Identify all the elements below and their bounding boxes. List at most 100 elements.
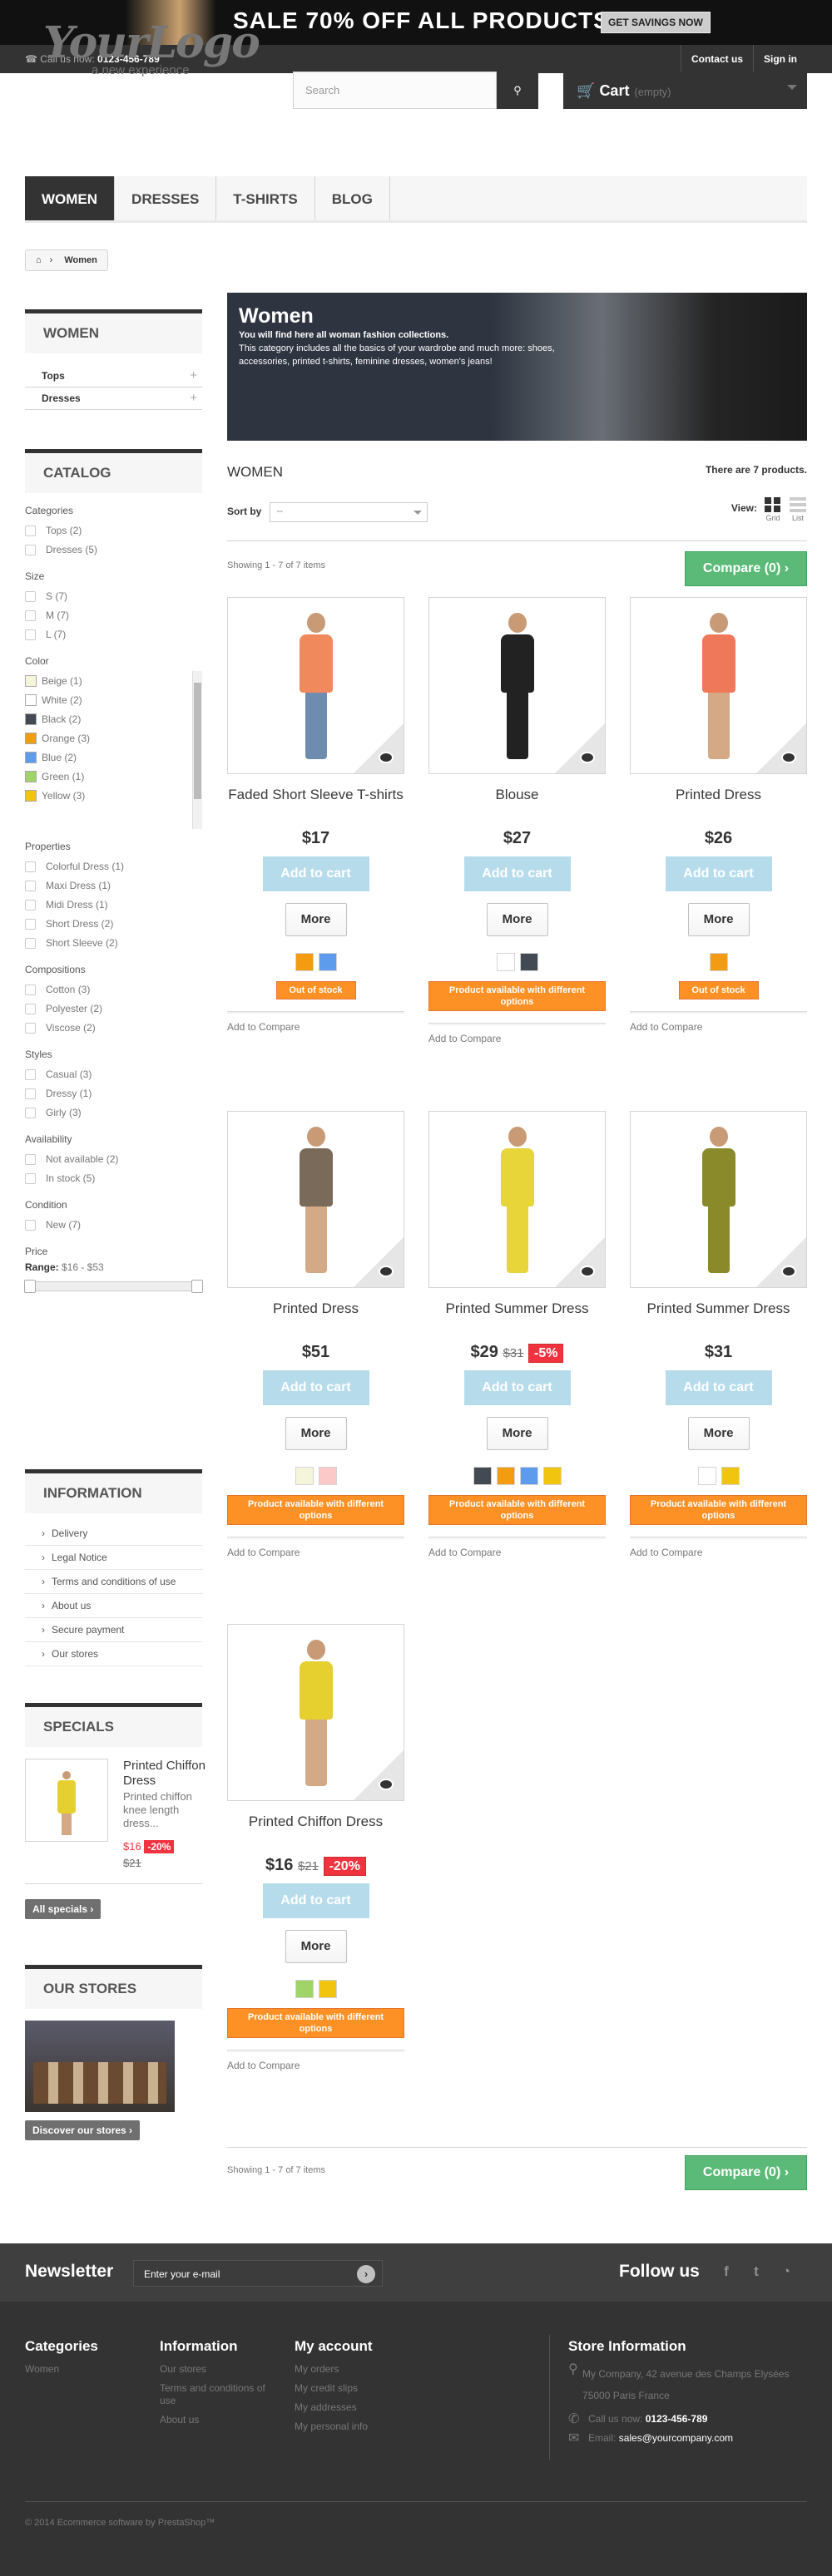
filter-option[interactable]: Short Dress (2) [25,914,202,933]
checkbox[interactable] [25,1068,36,1080]
checkbox[interactable] [25,544,36,555]
quick-view-icon[interactable] [379,1779,394,1790]
add-to-compare-link[interactable]: Add to Compare [227,1021,404,1033]
add-to-cart-button[interactable]: Add to cart [463,856,571,891]
filter-option[interactable]: New (7) [25,1215,202,1234]
quick-view-icon[interactable] [379,752,394,763]
add-to-cart-button[interactable]: Add to cart [665,856,772,891]
checkbox[interactable] [25,1172,36,1184]
color-option[interactable]: Green (1) [25,767,202,786]
product-image[interactable] [227,1624,404,1801]
more-button[interactable]: More [285,1930,347,1963]
quick-view-icon[interactable] [379,1266,394,1277]
product-name[interactable]: Printed Dress [227,1300,404,1336]
checkbox[interactable] [25,861,36,872]
add-to-compare-link[interactable]: Add to Compare [428,1033,606,1044]
color-option[interactable]: Blue (2) [25,748,202,767]
color-filter-list[interactable]: Beige (1) White (2) Black (2) Orange (3) Blu… [25,671,202,829]
product-color-swatch[interactable] [697,1467,716,1485]
checkbox[interactable] [25,899,36,910]
slider-handle-max[interactable] [191,1280,203,1293]
product-color-swatch[interactable] [519,1467,538,1485]
rss-icon[interactable]: ◔ [775,2263,797,2282]
price-slider[interactable] [24,1280,203,1293]
newsletter-email-input[interactable]: Enter your e-mail › [133,2260,383,2287]
filter-option[interactable]: Midi Dress (1) [25,895,202,914]
more-button[interactable]: More [285,903,347,936]
checkbox[interactable] [25,1107,36,1118]
slider-handle-min[interactable] [24,1280,36,1293]
filter-option[interactable]: Short Sleeve (2) [25,933,202,952]
menu-item-dresses[interactable]: DRESSES [115,176,217,220]
product-name[interactable]: Printed Summer Dress [630,1300,807,1336]
grid-view-toggle[interactable]: Grid [764,497,782,522]
info-link[interactable]: Legal Notice [25,1546,202,1570]
color-swatch[interactable] [25,694,37,706]
checkbox[interactable] [25,629,36,640]
more-button[interactable]: More [486,903,548,936]
product-card[interactable]: Printed Summer Dress $31 Add to cart More Pr… [630,1111,807,1558]
checkbox[interactable] [25,937,36,949]
filter-option[interactable]: Cotton (3) [25,980,202,999]
store-image[interactable] [25,2021,175,2112]
footer-link-our-stores[interactable]: Our stores [160,2363,268,2376]
discover-stores-button[interactable]: Discover our stores › [25,2120,141,2140]
footer-link-terms[interactable]: Terms and conditions of use [160,2382,268,2407]
store-email[interactable]: sales@yourcompany.com [619,2432,733,2444]
footer-link-personal-info[interactable]: My personal info [295,2421,419,2433]
contact-us-link[interactable]: Contact us [680,45,753,73]
filter-option[interactable]: Tops (2) [25,521,202,540]
footer-link-women[interactable]: Women [25,2363,141,2376]
product-image[interactable] [428,1111,606,1288]
menu-item-blog[interactable]: BLOG [315,176,390,220]
quick-view-icon[interactable] [781,1266,796,1277]
footer-link-credit-slips[interactable]: My credit slips [295,2382,419,2395]
add-to-cart-button[interactable]: Add to cart [463,1370,571,1405]
product-color-swatch[interactable] [295,1980,314,1998]
scrollbar[interactable] [192,671,202,829]
color-option[interactable]: White (2) [25,690,202,709]
checkbox[interactable] [25,984,36,995]
filter-option[interactable]: In stock (5) [25,1168,202,1187]
product-color-swatch[interactable] [473,1467,492,1485]
product-image[interactable] [630,1111,807,1288]
plus-icon[interactable]: + [190,391,197,405]
all-specials-button[interactable]: All specials › [25,1899,102,1919]
info-link[interactable]: Secure payment [25,1618,202,1642]
cart-button[interactable]: 🛒 Cart (empty) [563,72,807,109]
quick-view-icon[interactable] [781,752,796,763]
product-image[interactable] [227,1111,404,1288]
product-name[interactable]: Printed Summer Dress [428,1300,606,1336]
product-color-swatch[interactable] [318,1467,337,1485]
add-to-compare-link[interactable]: Add to Compare [428,1547,606,1558]
checkbox[interactable] [25,590,36,602]
product-name[interactable]: Faded Short Sleeve T-shirts [227,786,404,822]
color-option[interactable]: Black (2) [25,709,202,728]
filter-option[interactable]: Maxi Dress (1) [25,876,202,895]
search-input[interactable]: Search [293,72,497,109]
footer-link-orders[interactable]: My orders [295,2363,419,2376]
add-to-compare-link[interactable]: Add to Compare [227,1547,404,1558]
menu-item-tshirts[interactable]: T-SHIRTS [216,176,315,220]
menu-item-women[interactable]: WOMEN [25,176,116,220]
list-view-toggle[interactable]: List [789,497,807,522]
product-card[interactable]: Printed Chiffon Dress $16 $21 -20% Add to … [227,1624,404,2071]
copyright[interactable]: © 2014 Ecommerce software by PrestaShop™ [25,2518,215,2528]
checkbox[interactable] [25,1003,36,1014]
checkbox[interactable] [25,918,36,930]
product-color-swatch[interactable] [496,1467,515,1485]
add-to-cart-button[interactable]: Add to cart [262,856,369,891]
more-button[interactable]: More [687,1417,750,1450]
color-swatch[interactable] [25,713,37,725]
add-to-compare-link[interactable]: Add to Compare [630,1547,807,1558]
filter-option[interactable]: Dresses (5) [25,540,202,559]
newsletter-submit-icon[interactable]: › [357,2265,375,2283]
checkbox[interactable] [25,1088,36,1099]
checkbox[interactable] [25,1153,36,1165]
special-product-image[interactable] [25,1759,108,1842]
logo[interactable]: YourLogo a new experience [43,22,260,80]
filter-option[interactable]: L (7) [25,624,202,644]
checkbox[interactable] [25,1219,36,1231]
product-color-swatch[interactable] [709,953,728,971]
filter-option[interactable]: Dressy (1) [25,1083,202,1103]
